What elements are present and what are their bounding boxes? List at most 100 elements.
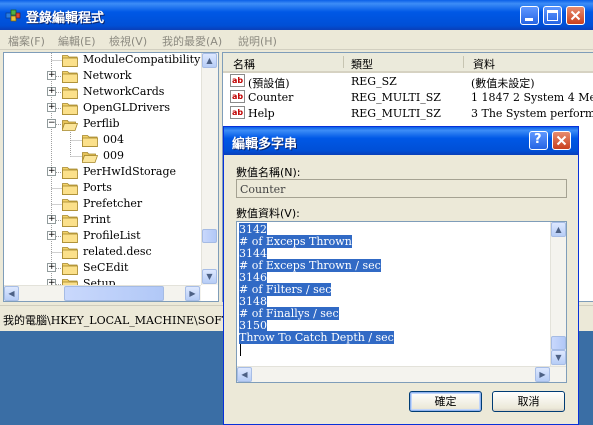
folder-icon xyxy=(62,86,78,99)
window-title: 登錄編輯程式 xyxy=(26,11,105,26)
tree-node[interactable]: related.desc xyxy=(4,244,200,260)
status-path: 我的電腦\HKEY_LOCAL_MACHINE\SOFTW xyxy=(3,314,241,327)
expand-icon[interactable]: + xyxy=(47,103,56,112)
tree-node-label: Print xyxy=(83,213,111,226)
menu-edit[interactable]: 編輯(E) xyxy=(58,33,96,49)
value-data: 3 The System performan xyxy=(471,107,593,120)
scroll-right-icon[interactable]: ▶ xyxy=(535,367,550,382)
tree-horizontal-scrollbar[interactable]: ◀ ▶ xyxy=(4,285,201,301)
tree-node-label: Perflib xyxy=(83,117,120,130)
expand-icon[interactable]: + xyxy=(47,215,56,224)
data-line: Throw To Catch Depth / sec xyxy=(239,331,394,344)
tree-node-label: SeCEdit xyxy=(83,261,129,274)
column-name[interactable]: 名稱 xyxy=(233,56,255,72)
folder-icon xyxy=(62,230,78,243)
tree-node[interactable]: 004 xyxy=(4,132,200,148)
minimize-icon xyxy=(525,18,533,21)
tree-vertical-scrollbar[interactable]: ▲ ▼ xyxy=(201,53,218,285)
scroll-right-icon[interactable]: ▶ xyxy=(185,286,200,301)
edit-multi-string-dialog: 編輯多字串 ? 數值名稱(N): Counter 數值資料(V): 3142 # … xyxy=(223,126,579,425)
tree-node[interactable]: + Network xyxy=(4,68,200,84)
menu-bar: 檔案(F) 編輯(E) 檢視(V) 我的最愛(A) 說明(H) xyxy=(0,30,593,50)
string-value-icon: ab xyxy=(230,74,245,87)
scroll-left-icon[interactable]: ◀ xyxy=(4,286,19,301)
string-value-icon: ab xyxy=(230,90,245,103)
value-type: REG_SZ xyxy=(351,75,397,88)
tree-node-label: 009 xyxy=(103,149,124,162)
tree-node[interactable]: + OpenGLDrivers xyxy=(4,100,200,116)
string-value-icon: ab xyxy=(230,106,245,119)
minimize-button[interactable] xyxy=(520,6,539,25)
value-name: Help xyxy=(248,107,275,120)
scroll-up-icon[interactable]: ▲ xyxy=(551,222,566,237)
folder-icon xyxy=(62,262,78,275)
close-icon xyxy=(570,10,581,21)
dialog-close-button[interactable] xyxy=(552,131,571,150)
column-separator[interactable] xyxy=(343,56,344,68)
tree-node[interactable]: + NetworkCards xyxy=(4,84,200,100)
folder-icon xyxy=(62,54,78,67)
text-caret xyxy=(240,344,241,356)
regedit-app-icon xyxy=(5,9,21,22)
tree-vscroll-thumb[interactable] xyxy=(202,229,217,243)
data-vscroll-thumb[interactable] xyxy=(551,336,566,350)
tree-node-label: NetworkCards xyxy=(83,85,165,98)
tree-node[interactable]: + ProfileList xyxy=(4,228,200,244)
title-bar[interactable]: 登錄編輯程式 xyxy=(0,0,593,30)
folder-icon xyxy=(62,70,78,83)
expand-icon[interactable]: + xyxy=(47,87,56,96)
tree-node[interactable]: + Print xyxy=(4,212,200,228)
value-row[interactable]: ab (預設值) REG_SZ (數值未設定) xyxy=(223,73,593,90)
scroll-down-icon[interactable]: ▼ xyxy=(202,269,217,284)
scroll-up-icon[interactable]: ▲ xyxy=(202,53,217,68)
folder-icon xyxy=(62,246,78,259)
value-row[interactable]: ab Counter REG_MULTI_SZ 1 1847 2 System 4 M… xyxy=(223,89,593,105)
cancel-button[interactable]: 取消 xyxy=(492,391,565,412)
expand-icon[interactable]: + xyxy=(47,71,56,80)
value-row[interactable]: abHelp REG_MULTI_SZ 3 The System performan xyxy=(223,105,593,121)
value-data-label: 數值資料(V): xyxy=(236,207,300,220)
folder-icon xyxy=(62,182,78,195)
data-vertical-scrollbar[interactable]: ▲ ▼ xyxy=(550,222,566,366)
registry-key-tree[interactable]: ModuleCompatibility + Network + NetworkCards… xyxy=(3,52,219,302)
dialog-title-bar[interactable]: 編輯多字串 ? xyxy=(224,127,578,155)
menu-help[interactable]: 說明(H) xyxy=(238,33,277,49)
close-button[interactable] xyxy=(566,6,585,25)
data-horizontal-scrollbar[interactable]: ◀ ▶ xyxy=(237,366,566,382)
tree-node-label: Ports xyxy=(83,181,112,194)
maximize-button[interactable] xyxy=(543,6,562,25)
tree-hscroll-thumb[interactable] xyxy=(64,286,164,301)
tree-node[interactable]: + SeCEdit xyxy=(4,260,200,276)
maximize-icon xyxy=(547,10,558,21)
column-data[interactable]: 資料 xyxy=(473,56,495,72)
expand-icon[interactable]: + xyxy=(47,167,56,176)
close-icon xyxy=(556,135,567,146)
value-data-textarea[interactable]: 3142 # of Exceps Thrown 3144 # of Exceps Th… xyxy=(236,221,567,383)
folder-icon xyxy=(82,134,98,147)
tree-node-label: PerHwIdStorage xyxy=(83,165,177,178)
tree-node[interactable]: Ports xyxy=(4,180,200,196)
column-type[interactable]: 類型 xyxy=(351,56,373,72)
tree-node-label: OpenGLDrivers xyxy=(83,101,170,114)
menu-view[interactable]: 檢視(V) xyxy=(109,33,147,49)
menu-file[interactable]: 檔案(F) xyxy=(8,33,45,49)
collapse-icon[interactable]: − xyxy=(47,119,56,128)
expand-icon[interactable]: + xyxy=(47,231,56,240)
scroll-down-icon[interactable]: ▼ xyxy=(551,350,566,365)
column-separator[interactable] xyxy=(463,56,464,68)
tree-node[interactable]: − Perflib xyxy=(4,116,200,132)
tree-node[interactable]: + PerHwIdStorage xyxy=(4,164,200,180)
folder-icon xyxy=(62,102,78,115)
tree-node[interactable]: 009 xyxy=(4,148,200,164)
value-name: Counter xyxy=(248,91,294,104)
tree-node-label: ModuleCompatibility xyxy=(83,53,201,66)
scroll-left-icon[interactable]: ◀ xyxy=(237,367,252,382)
dialog-title: 編輯多字串 xyxy=(232,137,298,152)
tree-node[interactable]: Prefetcher xyxy=(4,196,200,212)
expand-icon[interactable]: + xyxy=(47,263,56,272)
tree-node[interactable]: ModuleCompatibility xyxy=(4,53,201,68)
list-header: 名稱 類型 資料 xyxy=(223,53,593,73)
dialog-help-button[interactable]: ? xyxy=(529,131,548,150)
menu-favorites[interactable]: 我的最愛(A) xyxy=(162,33,222,49)
ok-button[interactable]: 確定 xyxy=(409,391,482,412)
